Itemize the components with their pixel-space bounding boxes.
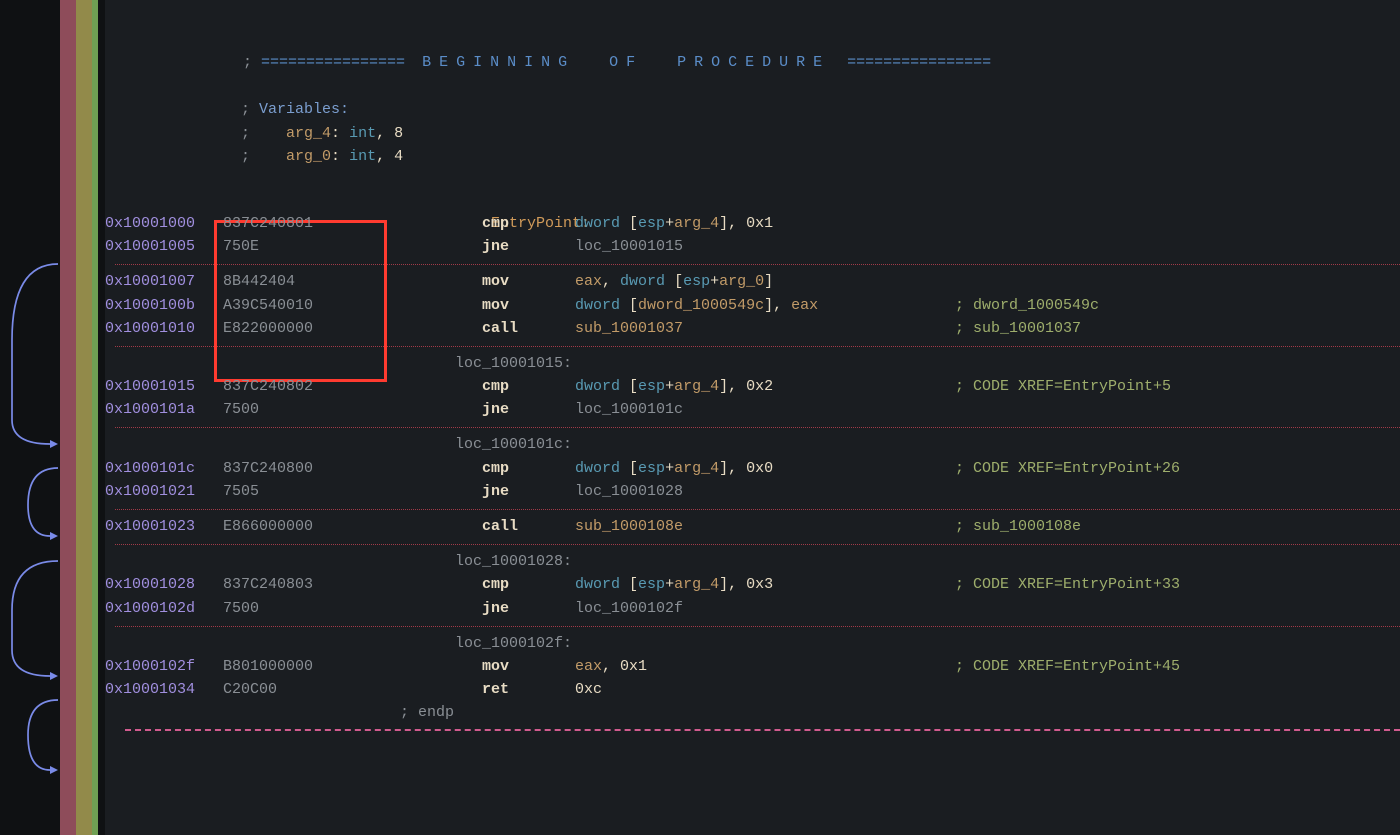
label[interactable]: loc_1000102f: (105, 632, 1400, 655)
asm-line[interactable]: 0x1000101a7500 jneloc_1000101c (105, 398, 1400, 421)
label[interactable]: loc_10001015: (105, 352, 1400, 375)
asm-line[interactable]: 0x1000102d7500 jneloc_1000102f (105, 597, 1400, 620)
jump-arrow-gutter (0, 0, 60, 835)
asm-line[interactable]: 0x10001023E866000000 callsub_1000108e; s… (105, 515, 1400, 538)
gutter-band (76, 0, 92, 835)
asm-line[interactable]: 0x10001010E822000000 callsub_10001037; s… (105, 317, 1400, 340)
asm-line[interactable]: 0x100010217505 jneloc_10001028 (105, 480, 1400, 503)
gutter-band (98, 0, 105, 835)
disassembly-view[interactable]: ; ================ BEGINNING OF PROCEDUR… (105, 0, 1400, 835)
variable-decl: ; arg_4: int, 8 (105, 98, 1400, 121)
label[interactable]: loc_1000101c: (105, 433, 1400, 456)
asm-line[interactable]: 0x1000102fB801000000 moveax, 0x1; CODE X… (105, 655, 1400, 678)
asm-line[interactable]: 0x1000100bA39C540010 movdword [dword_100… (105, 294, 1400, 317)
gutter (0, 0, 105, 835)
label[interactable]: loc_10001028: (105, 550, 1400, 573)
asm-line[interactable]: 0x10001015837C240802 cmpdword [esp+arg_4… (105, 375, 1400, 398)
procedure-banner: ; ================ BEGINNING OF PROCEDUR… (105, 28, 1400, 51)
asm-line[interactable]: 0x10001028837C240803 cmpdword [esp+arg_4… (105, 573, 1400, 596)
variable-decl: ; arg_0: int, 4 (105, 122, 1400, 145)
asm-line[interactable]: 0x10001000837C240801 cmpdword [esp+arg_4… (105, 212, 1400, 235)
asm-line[interactable]: 0x10001034C20C00 ret0xc (105, 678, 1400, 701)
endp: ; endp (105, 701, 1400, 724)
jump-arrows (0, 0, 60, 835)
label[interactable]: EntryPoint: (105, 189, 1400, 212)
gutter-band (60, 0, 76, 835)
asm-line[interactable]: 0x100010078B442404 moveax, dword [esp+ar… (105, 270, 1400, 293)
procedure-end-separator (125, 729, 1400, 733)
variables-header: ; Variables: (105, 75, 1400, 98)
asm-line[interactable]: 0x10001005750E jneloc_10001015 (105, 235, 1400, 258)
asm-line[interactable]: 0x1000101c837C240800 cmpdword [esp+arg_4… (105, 457, 1400, 480)
